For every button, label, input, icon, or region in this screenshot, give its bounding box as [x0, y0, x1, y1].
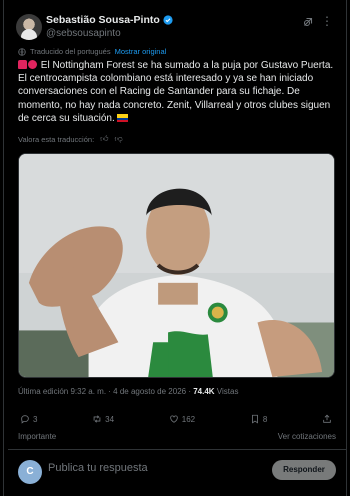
red-circle-emoji-icon	[28, 60, 37, 69]
rate-translation: Valora esta traducción: 👍︎ 👎︎	[18, 134, 123, 144]
reply-icon	[21, 415, 29, 424]
repost-button[interactable]: 34	[92, 414, 114, 424]
author-avatar[interactable]	[16, 14, 42, 40]
verified-badge-icon	[163, 15, 173, 25]
more-options-icon[interactable]: ⋮	[321, 14, 334, 28]
heart-icon	[170, 415, 178, 423]
siren-emoji-icon	[18, 60, 27, 69]
reply-submit-button[interactable]: Responder	[272, 460, 336, 480]
bookmark-icon	[251, 414, 258, 424]
reply-button[interactable]: 3	[20, 414, 37, 424]
like-count: 162	[181, 414, 196, 424]
spain-flag-emoji-icon	[116, 113, 128, 122]
tweet-header: Sebastião Sousa-Pinto @sebsousapinto ⋮	[16, 12, 336, 44]
grok-icon[interactable]	[302, 16, 314, 28]
user-avatar[interactable]: C	[18, 460, 42, 484]
view-quotes-link[interactable]: Ver cotizaciones	[278, 432, 336, 441]
reply-count: 3	[33, 414, 38, 424]
share-button[interactable]	[322, 414, 332, 424]
views-label: Vistas	[214, 387, 239, 396]
repost-count: 34	[105, 414, 115, 424]
translation-bar: Traducido del portugués Mostrar original	[18, 47, 166, 56]
bookmark-count: 8	[262, 414, 268, 424]
action-bar: 3 34 162 8	[20, 414, 332, 424]
translation-note: Traducido del portugués	[30, 47, 111, 56]
reply-composer: C Publica tu respuesta Responder	[18, 458, 336, 484]
globe-icon	[18, 47, 26, 56]
show-original-link[interactable]: Mostrar original	[115, 47, 167, 56]
thumbs-down-icon[interactable]: 👎︎	[115, 134, 123, 144]
tweet-meta: Última edición 9:32 a. m. · 4 de agosto …	[18, 387, 238, 396]
divider	[8, 449, 346, 450]
important-label: Importante	[18, 432, 57, 441]
tweet-text: El Nottingham Forest se ha sumado a la p…	[18, 59, 336, 125]
views-count: 74.4K	[193, 387, 215, 396]
thumbs-up-icon[interactable]: 👍︎	[100, 134, 108, 144]
reply-input[interactable]: Publica tu respuesta	[48, 462, 148, 474]
like-button[interactable]: 162	[169, 414, 195, 424]
repost-icon	[93, 415, 101, 423]
bookmark-button[interactable]: 8	[250, 414, 267, 424]
tweet-image[interactable]	[18, 153, 335, 378]
tweet-detail: Sebastião Sousa-Pinto @sebsousapinto ⋮ T…	[3, 0, 347, 496]
rate-translation-label: Valora esta traducción:	[18, 134, 95, 144]
author-handle[interactable]: @sebsousapinto	[46, 28, 121, 39]
share-icon	[323, 414, 331, 423]
edit-timestamp[interactable]: Última edición 9:32 a. m. · 4 de agosto …	[18, 387, 193, 396]
player-photo	[19, 154, 334, 377]
author-name[interactable]: Sebastião Sousa-Pinto	[46, 14, 160, 26]
tweet-body: El Nottingham Forest se ha sumado a la p…	[18, 60, 334, 124]
